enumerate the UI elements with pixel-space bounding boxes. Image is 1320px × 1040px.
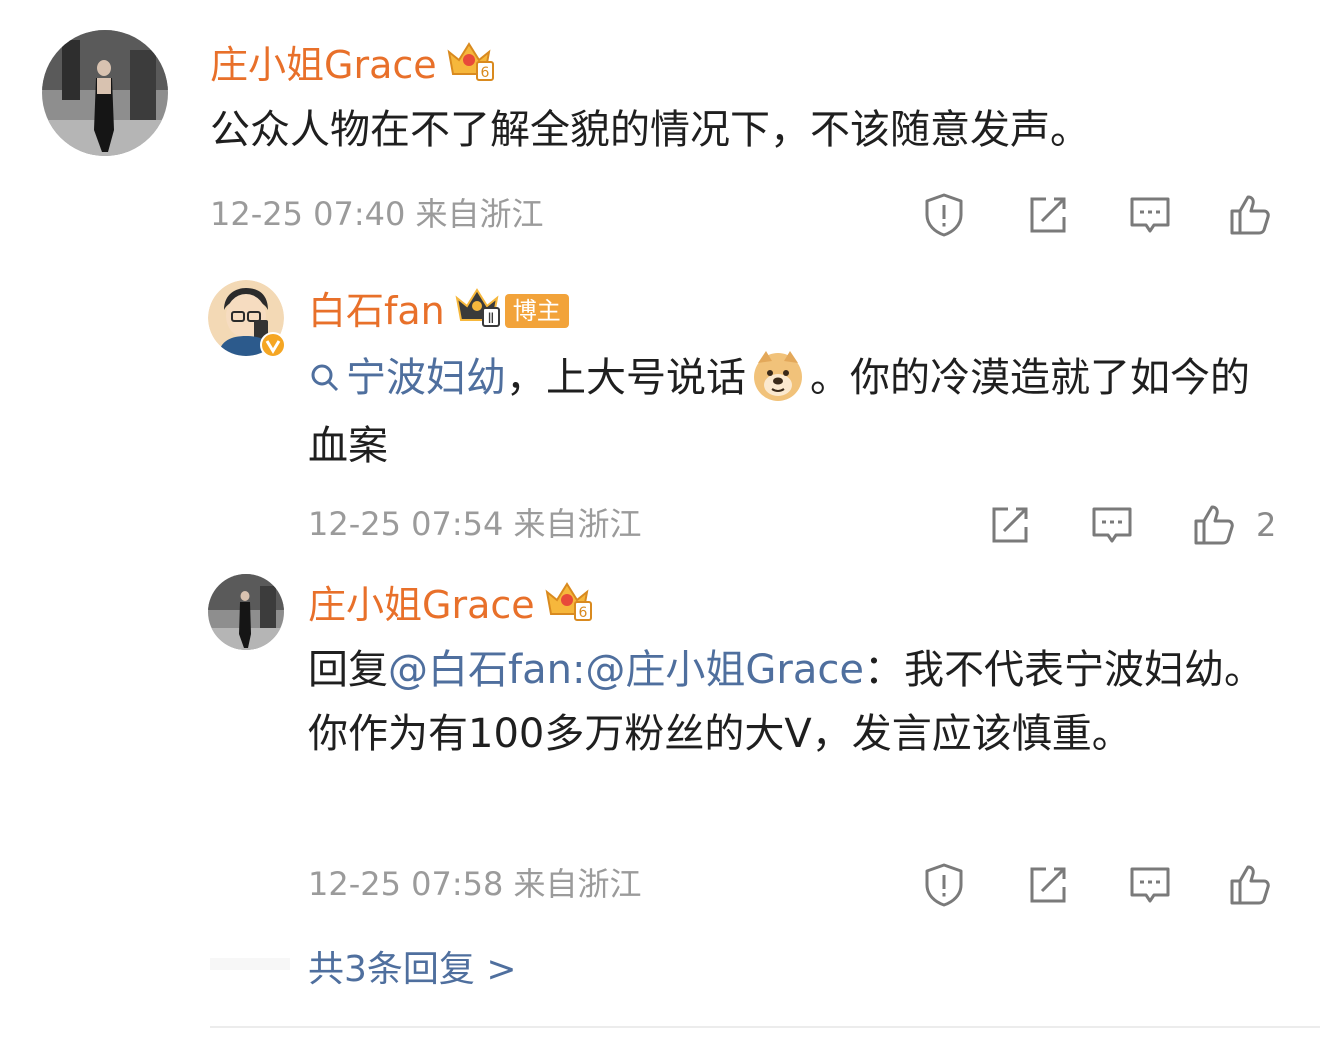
reply-1-like-count: 2 <box>1256 506 1277 544</box>
reply-2-actions <box>918 860 1278 910</box>
comment-actions <box>918 190 1278 240</box>
like-icon[interactable] <box>1224 860 1276 910</box>
report-icon[interactable] <box>918 190 970 240</box>
reply-prefix: 回复 <box>308 647 388 693</box>
comment-author-name[interactable]: 庄小姐Grace 6 <box>210 38 497 91</box>
comment-meta: 12-25 07:40 来自浙江 <box>210 194 544 234</box>
svg-text:6: 6 <box>578 605 587 621</box>
reply-1-author-name[interactable]: 白石fan Ⅱ 博主 <box>308 284 569 337</box>
reply-2-time: 12-25 07:58 <box>308 865 504 903</box>
repost-icon[interactable] <box>984 500 1036 550</box>
avatar-reply-1[interactable] <box>208 280 286 358</box>
more-replies-link[interactable]: 共3条回复 > <box>308 948 517 992</box>
reply-1-time: 12-25 07:54 <box>308 505 504 543</box>
svg-text:Ⅱ: Ⅱ <box>487 311 494 327</box>
crown-level-icon: Ⅱ <box>453 284 503 337</box>
avatar-reply-2[interactable] <box>208 574 284 650</box>
comment-location: 来自浙江 <box>415 195 544 233</box>
avatar-main-comment[interactable] <box>42 30 168 156</box>
search-icon <box>308 350 342 414</box>
reply-1-actions: 2 <box>984 500 1284 550</box>
doge-emoji-icon <box>750 347 806 403</box>
divider <box>210 1026 1320 1028</box>
crown-level-icon: 6 <box>445 38 497 91</box>
like-icon[interactable] <box>1188 500 1240 550</box>
mention-link[interactable]: @白石fan:@庄小姐Grace <box>388 647 864 693</box>
blogger-badge: 博主 <box>504 293 569 328</box>
reply-2-text: 回复@白石fan:@庄小姐Grace：我不代表宁波妇幼。你作为有100多万粉丝的… <box>308 647 1264 757</box>
reply-1-text: 宁波妇幼，上大号说话 。你的冷漠造就了如今的血案 <box>308 346 1288 478</box>
reply-icon[interactable] <box>1124 860 1176 910</box>
fade-strip <box>210 958 290 970</box>
comment-time: 12-25 07:40 <box>210 195 406 233</box>
reply-icon[interactable] <box>1086 500 1138 550</box>
svg-text:6: 6 <box>480 65 489 81</box>
crown-level-icon: 6 <box>543 578 595 631</box>
repost-icon[interactable] <box>1022 190 1074 240</box>
reply-2-location: 来自浙江 <box>513 865 642 903</box>
verified-badge-icon <box>260 332 286 358</box>
reply-1-meta: 12-25 07:54 来自浙江 <box>308 504 642 544</box>
reply-icon[interactable] <box>1124 190 1176 240</box>
reply-2-author-name[interactable]: 庄小姐Grace 6 <box>308 578 595 631</box>
reply-1-location: 来自浙江 <box>513 505 642 543</box>
search-topic-link[interactable]: 宁波妇幼 <box>308 355 506 401</box>
repost-icon[interactable] <box>1022 860 1074 910</box>
comment-text: 公众人物在不了解全貌的情况下，不该随意发声。 <box>210 107 1090 153</box>
report-icon[interactable] <box>918 860 970 910</box>
reply-2-meta: 12-25 07:58 来自浙江 <box>308 864 642 904</box>
like-icon[interactable] <box>1224 190 1276 240</box>
